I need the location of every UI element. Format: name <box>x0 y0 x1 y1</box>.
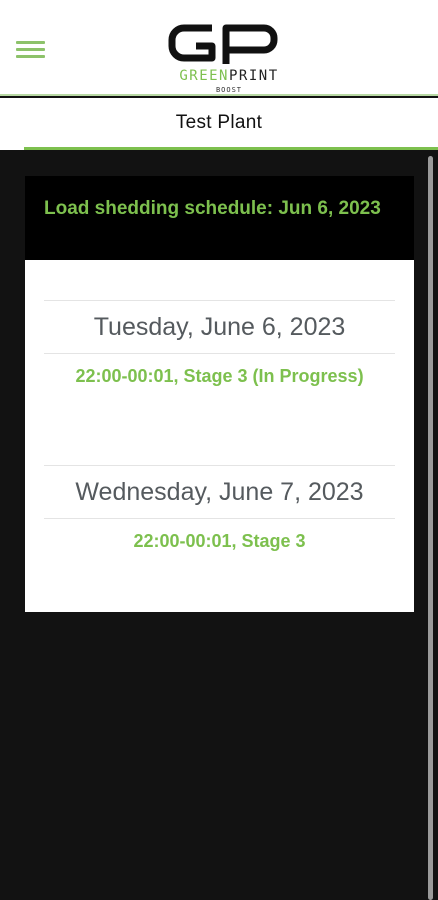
schedule-day: Wednesday, June 7, 2023 22:00-00:01, Sta… <box>44 465 395 563</box>
gp-logo-mark <box>168 24 278 64</box>
logo-wordmark: GREENPRINT <box>166 68 292 84</box>
schedule-slot: 22:00-00:01, Stage 3 (In Progress) <box>75 366 364 386</box>
plant-tab-bar: Test Plant <box>0 98 438 150</box>
schedule-day: Tuesday, June 6, 2023 22:00-00:01, Stage… <box>44 300 395 398</box>
schedule-title: Load shedding schedule: Jun 6, 2023 <box>44 198 381 219</box>
scrollbar[interactable] <box>428 156 433 900</box>
load-shedding-card: Load shedding schedule: Jun 6, 2023 Tues… <box>25 176 414 612</box>
plant-title[interactable]: Test Plant <box>0 112 438 134</box>
plant-tab-underline <box>24 147 438 150</box>
app-header: GREENPRINT BOOST <box>0 0 438 96</box>
logo-wordmark-dark: PRINT <box>229 68 279 84</box>
hamburger-menu-icon[interactable] <box>16 41 45 59</box>
logo-wordmark-green: GREEN <box>179 68 229 84</box>
logo-subtitle: BOOST <box>215 86 243 94</box>
greenprint-logo[interactable]: GREENPRINT BOOST <box>166 20 296 96</box>
card-header: Load shedding schedule: Jun 6, 2023 <box>25 176 414 260</box>
schedule-date: Wednesday, June 7, 2023 <box>75 478 364 506</box>
schedule-slot: 22:00-00:01, Stage 3 <box>133 531 306 551</box>
schedule-date: Tuesday, June 6, 2023 <box>93 313 346 341</box>
